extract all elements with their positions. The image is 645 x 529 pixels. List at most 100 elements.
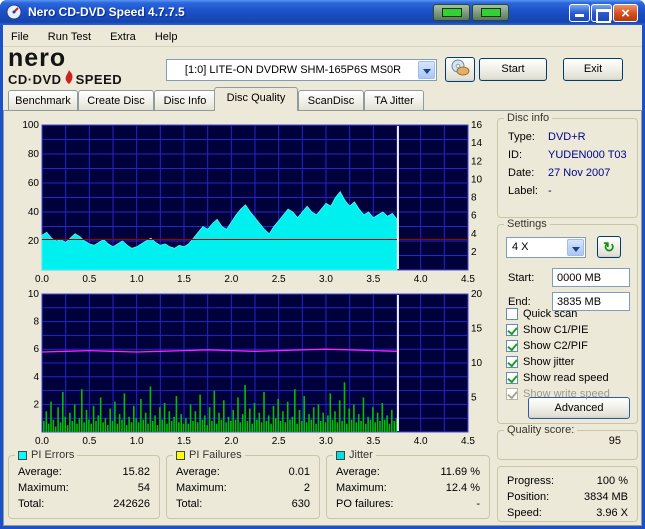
svg-text:5: 5 (471, 393, 477, 404)
stat-row: PO failures: - (327, 496, 489, 512)
svg-text:1.0: 1.0 (130, 436, 144, 446)
tab-disc-quality[interactable]: Disc Quality (214, 87, 298, 111)
pi-failures-legend-icon (176, 450, 185, 460)
stat-label: PO failures: (336, 498, 394, 510)
maximize-button[interactable] (591, 4, 612, 23)
checkbox-icon (506, 340, 518, 352)
nero-logo: nero CD·DVD SPEED (8, 46, 163, 88)
svg-text:0.0: 0.0 (35, 274, 49, 284)
disc-info-value: - (548, 185, 552, 197)
tab-create-disc[interactable]: Create Disc (78, 90, 154, 111)
titlebar-monitor-button-2[interactable] (472, 4, 509, 21)
settings-caption: Settings (504, 218, 550, 230)
titlebar-monitor-button-1[interactable] (433, 4, 470, 21)
start-button[interactable]: Start (479, 58, 547, 81)
monitor-icon (442, 8, 462, 17)
progress-label: Position: (507, 491, 550, 503)
disc-info-value: 27 Nov 2007 (548, 167, 611, 179)
checkbox-icon (506, 324, 518, 336)
stat-value: 2 (303, 482, 310, 494)
tab-scandisc[interactable]: ScanDisc (298, 90, 364, 111)
quick-scan-checkbox[interactable]: Quick scan (506, 307, 577, 321)
hand-disc-icon (449, 59, 471, 80)
svg-text:2.0: 2.0 (224, 436, 238, 446)
show-jitter-checkbox[interactable]: Show jitter (506, 355, 574, 369)
stat-label: Average: (18, 466, 62, 478)
checkbox-label: Show read speed (523, 372, 609, 384)
jitter-caption-text: Jitter (349, 449, 373, 461)
pi-errors-caption-text: PI Errors (31, 449, 75, 461)
svg-text:2.0: 2.0 (224, 274, 238, 284)
stat-row: Total: 630 (167, 496, 319, 512)
svg-text:0.5: 0.5 (82, 436, 96, 446)
stat-row: Average: 0.01 (167, 464, 319, 480)
progress-value: 100 % (596, 475, 628, 487)
svg-text:8: 8 (33, 317, 39, 328)
minimize-button[interactable] (569, 4, 590, 22)
svg-text:1.0: 1.0 (130, 274, 144, 284)
checkbox-label: Quick scan (523, 308, 578, 320)
disc-info-label: Type: (508, 131, 535, 143)
show-read-speed-checkbox[interactable]: Show read speed (506, 371, 609, 385)
window-title: Nero CD-DVD Speed 4.7.7.5 (28, 5, 185, 19)
close-button[interactable] (613, 4, 638, 22)
refresh-button[interactable] (597, 236, 621, 258)
checkbox-icon (506, 356, 518, 368)
drive-tool-button[interactable] (445, 57, 475, 82)
disc-info-label: ID: (508, 149, 523, 161)
svg-text:2.5: 2.5 (272, 274, 286, 284)
chevron-down-icon[interactable] (567, 239, 584, 256)
tab-ta-jitter[interactable]: TA Jitter (364, 90, 424, 111)
show-c1-pie-checkbox[interactable]: Show C1/PIE (506, 323, 588, 337)
progress-label: Speed: (507, 507, 542, 519)
progress-row: Position: 3834 MB (498, 489, 637, 505)
chevron-down-icon[interactable] (418, 61, 435, 79)
checkbox-label: Show C2/PIF (523, 340, 588, 352)
svg-text:4.0: 4.0 (414, 436, 428, 446)
stat-value: 0.01 (288, 466, 310, 478)
drive-select[interactable]: [1:0] LITE-ON DVDRW SHM-165P6S MS0R (166, 59, 437, 81)
logo-text-cddvdspeed: CD·DVD SPEED (8, 70, 163, 88)
quality-score-caption: Quality score: (504, 424, 578, 436)
svg-text:4.5: 4.5 (461, 436, 475, 446)
pi-errors-chart: 20 40 60 80 100 2 4 6 8 10 12 14 16 0.0 0.5 1.0 1.5 2.0 2.… (8, 119, 492, 285)
pi-failures-caption-text: PI Failures (189, 449, 242, 461)
disc-info-row: Type: DVD+R (508, 131, 586, 143)
checkbox-icon (506, 308, 518, 320)
disc-info-row: ID: YUDEN000 T03 (508, 149, 627, 161)
exit-button[interactable]: Exit (563, 58, 623, 81)
svg-text:16: 16 (471, 120, 483, 131)
svg-text:4.0: 4.0 (414, 274, 428, 284)
tab-benchmark[interactable]: Benchmark (8, 90, 78, 111)
svg-text:6: 6 (33, 344, 39, 355)
pi-failures-chart: 2 4 6 8 10 5 10 15 20 0.0 0.5 1.0 1.5 2.0 2.5 3.0 3.5 4.0… (8, 288, 492, 447)
start-field[interactable] (552, 268, 630, 287)
menu-extra[interactable]: Extra (102, 28, 144, 46)
stat-value: 630 (291, 498, 310, 510)
quality-score-panel: Quality score: 95 (497, 424, 638, 460)
speed-select[interactable]: 4 X (506, 237, 586, 258)
start-field-label: Start: (508, 272, 535, 284)
disc-info-row: Label: - (508, 185, 552, 197)
stat-label: Total: (18, 498, 45, 510)
svg-text:10: 10 (471, 358, 483, 369)
svg-text:2: 2 (471, 247, 477, 258)
stat-row: Average: 15.82 (9, 464, 159, 480)
progress-panel: Progress: 100 % Position: 3834 MB Speed: 3.… (497, 466, 638, 522)
logo-text-nero: nero (8, 44, 67, 72)
show-c2-pif-checkbox[interactable]: Show C2/PIF (506, 339, 588, 353)
svg-text:3.0: 3.0 (319, 274, 333, 284)
stat-label: Average: (176, 466, 220, 478)
title-bar: Nero CD-DVD Speed 4.7.7.5 (0, 0, 645, 25)
pi-failures-caption: PI Failures (173, 449, 245, 461)
svg-text:4: 4 (471, 229, 477, 240)
progress-value: 3.96 X (596, 507, 628, 519)
menu-help[interactable]: Help (147, 28, 186, 46)
tab-disc-info[interactable]: Disc Info (154, 90, 216, 111)
stat-value: 54 (137, 482, 150, 494)
jitter-panel: Jitter Average: 11.69 % Maximum: 12.4 % PO… (326, 449, 490, 519)
svg-text:10: 10 (28, 289, 40, 300)
disc-info-row: Date: 27 Nov 2007 (508, 167, 610, 179)
logo-cd-dvd: CD·DVD (8, 71, 62, 87)
app-window: Nero CD-DVD Speed 4.7.7.5 File Run Test … (0, 0, 645, 529)
